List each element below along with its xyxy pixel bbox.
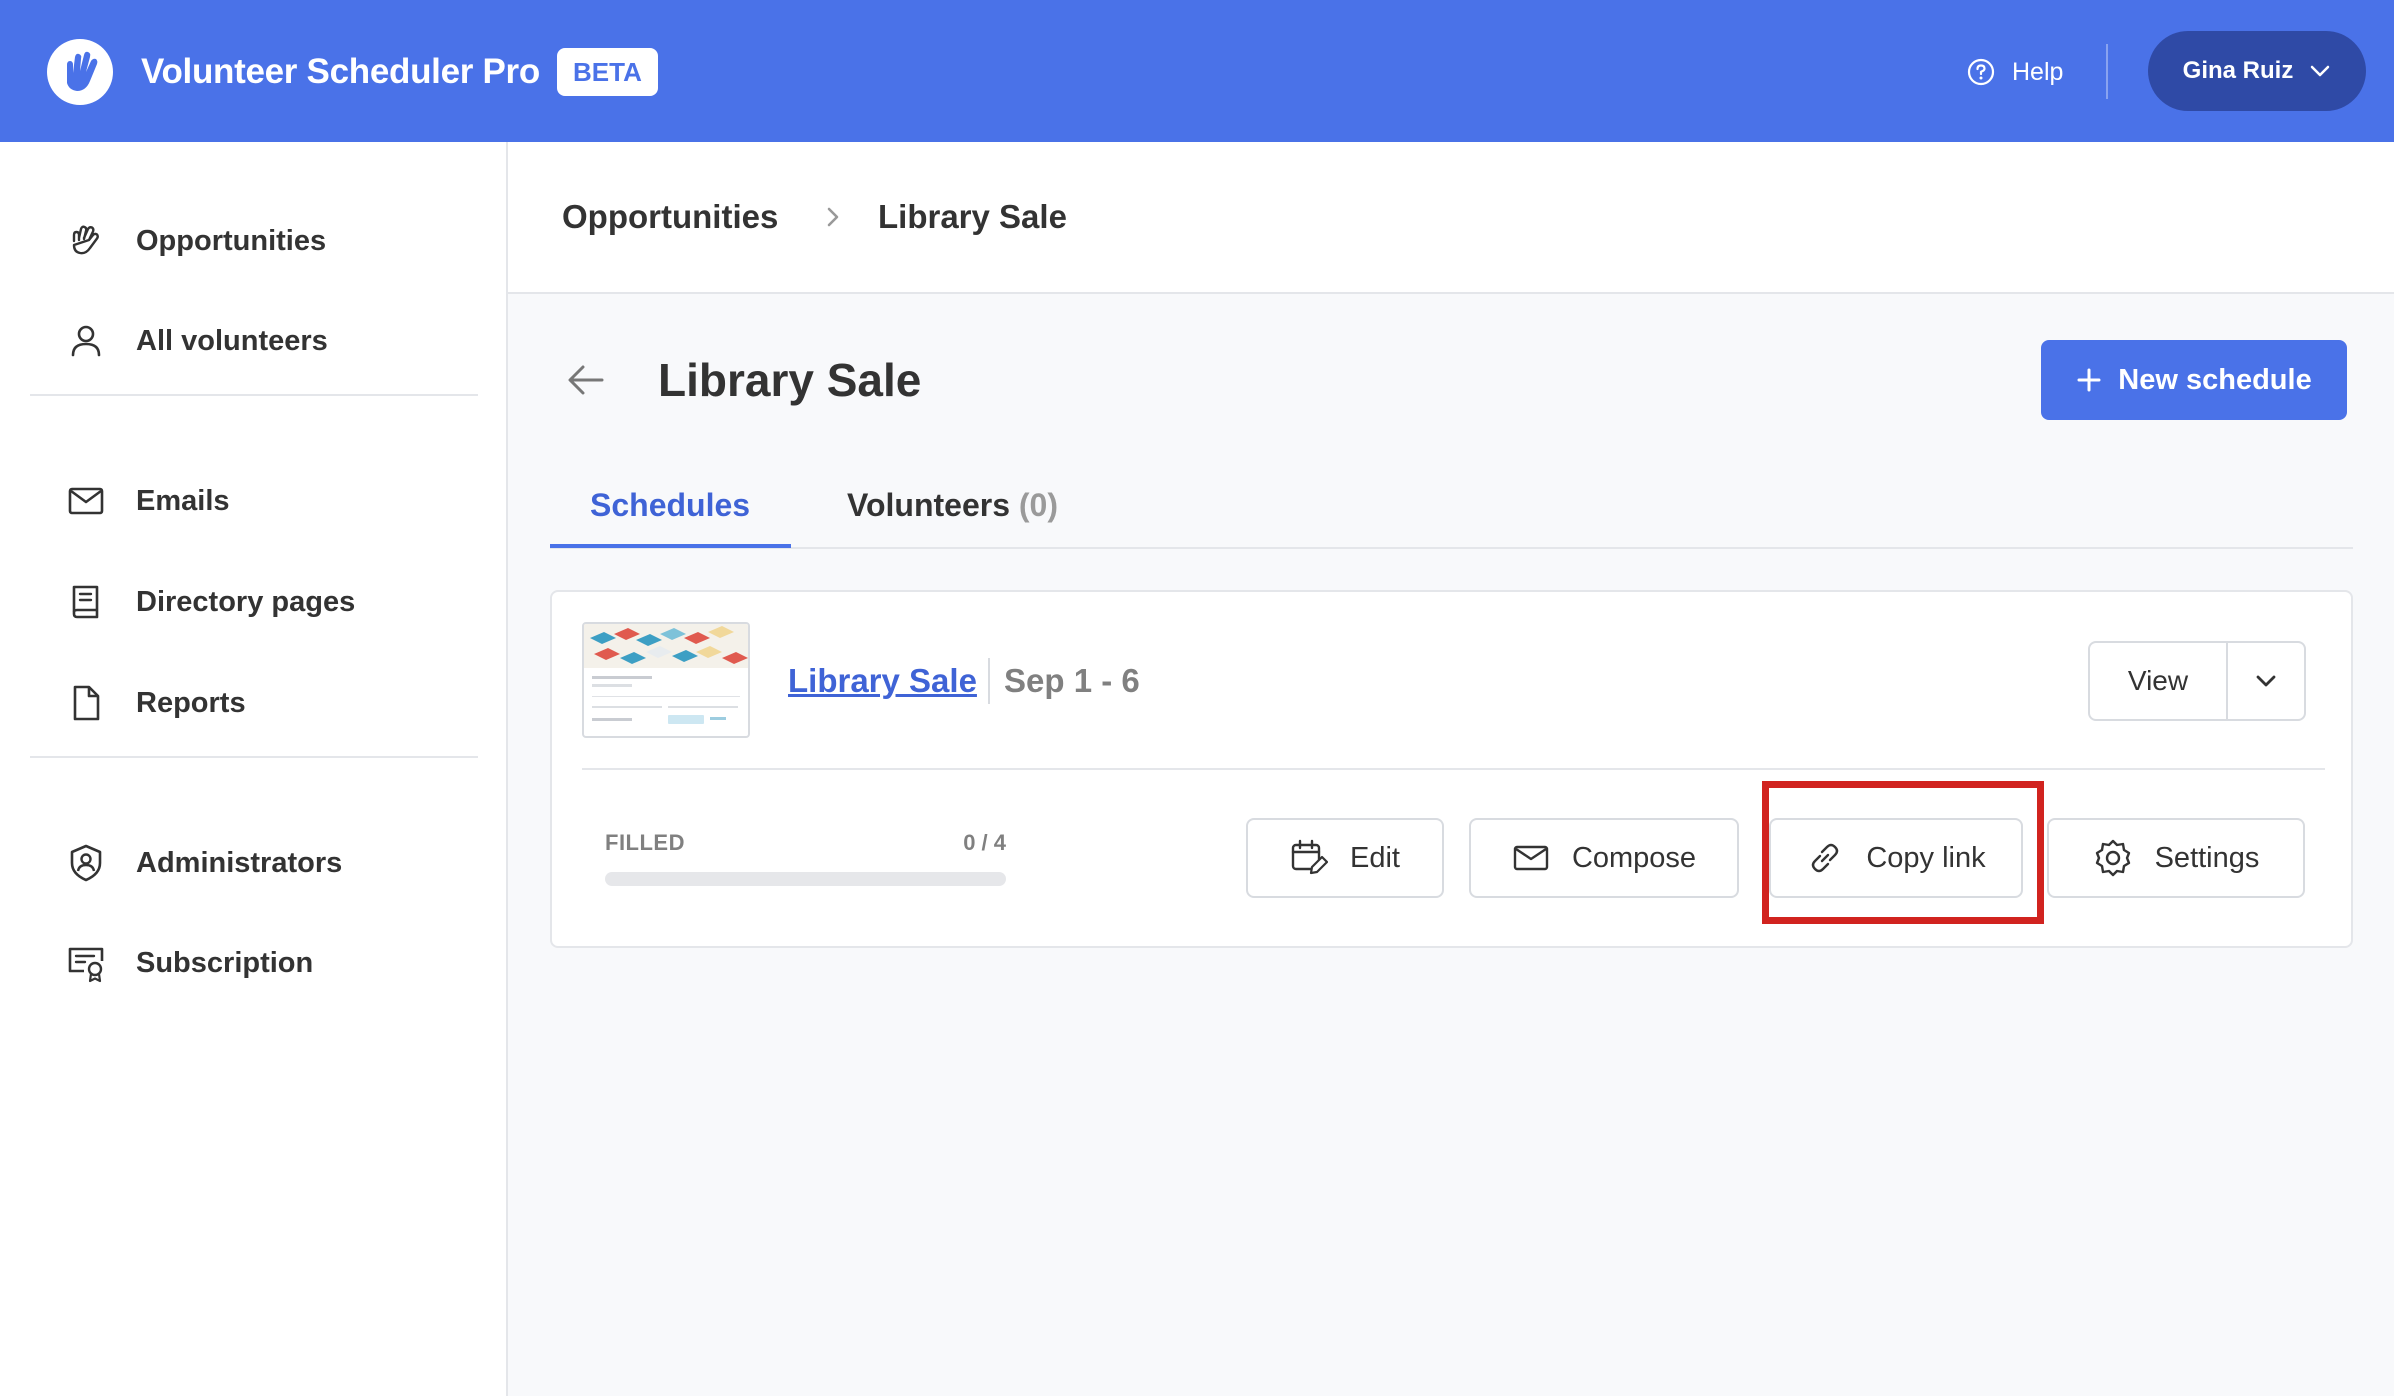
user-menu-button[interactable]: Gina Ruiz (2148, 31, 2366, 111)
breadcrumb-current: Library Sale (878, 198, 1067, 235)
edit-label: Edit (1350, 841, 1400, 874)
user-name: Gina Ruiz (2182, 57, 2294, 84)
link-icon (1812, 843, 1839, 873)
hand-icon (64, 219, 108, 263)
copy-link-button[interactable]: Copy link (1769, 818, 2023, 898)
sidebar-divider (30, 756, 478, 758)
sidebar-item-label: Directory pages (136, 585, 356, 618)
tab-active-indicator (550, 544, 791, 548)
back-arrow-icon[interactable] (562, 356, 610, 404)
compose-button[interactable]: Compose (1469, 818, 1739, 898)
header-divider (2106, 44, 2108, 99)
settings-label: Settings (2154, 841, 2260, 874)
sidebar-item-all-volunteers[interactable]: All volunteers (64, 316, 328, 366)
sidebar-item-label: Emails (136, 484, 230, 517)
tab-label: Volunteers (847, 487, 1010, 523)
filled-label: FILLED (605, 830, 685, 855)
gear-icon (2095, 839, 2130, 877)
page-title: Library Sale (658, 354, 922, 406)
user-icon (64, 319, 108, 363)
top-bar: Volunteer Scheduler Pro BETA Help Gina R… (0, 0, 2394, 142)
view-button-group: View (2088, 641, 2306, 721)
sidebar-divider (30, 394, 478, 396)
filled-count: 0 / 4 (963, 830, 1006, 855)
app-title: Volunteer Scheduler Pro (141, 52, 540, 91)
sidebar: Opportunities All volunteers Emails Dire… (0, 142, 508, 1396)
tab-schedules[interactable]: Schedules (590, 482, 750, 528)
beta-badge: BETA (557, 48, 658, 96)
breadcrumb: Opportunities Library Sale (508, 142, 2394, 294)
chevron-right-icon (827, 207, 839, 227)
sidebar-item-reports[interactable]: Reports (64, 678, 246, 728)
document-icon (64, 681, 108, 725)
sidebar-item-label: Subscription (136, 946, 314, 979)
certificate-icon (64, 941, 108, 985)
settings-button[interactable]: Settings (2047, 818, 2305, 898)
envelope-icon (1513, 845, 1549, 871)
view-dropdown-button[interactable] (2228, 643, 2304, 719)
sidebar-item-directory-pages[interactable]: Directory pages (64, 577, 355, 627)
tabs-baseline (550, 547, 2353, 549)
sidebar-item-label: Reports (136, 686, 246, 719)
question-circle-icon (1967, 58, 1995, 86)
card-divider (582, 768, 2325, 770)
sidebar-item-opportunities[interactable]: Opportunities (64, 216, 326, 266)
shield-user-icon (64, 841, 108, 885)
sidebar-item-administrators[interactable]: Administrators (64, 838, 342, 888)
tab-volunteers[interactable]: Volunteers (0) (847, 482, 1058, 528)
sidebar-item-label: Administrators (136, 846, 343, 879)
breadcrumb-opportunities[interactable]: Opportunities (562, 194, 778, 240)
book-icon (64, 580, 108, 624)
compose-label: Compose (1571, 841, 1697, 874)
schedule-dates: Sep 1 - 6 (1004, 662, 1140, 699)
hand-logo-icon[interactable] (45, 37, 115, 107)
sidebar-item-label: All volunteers (136, 324, 328, 357)
new-schedule-button[interactable]: New schedule (2041, 340, 2347, 420)
view-button[interactable]: View (2090, 643, 2228, 719)
schedule-title-divider (988, 658, 990, 704)
plus-icon (2077, 368, 2101, 392)
calendar-edit-icon (1291, 839, 1328, 875)
schedule-name-link[interactable]: Library Sale (788, 658, 977, 704)
edit-button[interactable]: Edit (1246, 818, 1444, 898)
sidebar-item-label: Opportunities (136, 224, 327, 257)
schedule-thumbnail[interactable] (582, 622, 750, 738)
envelope-icon (64, 479, 108, 523)
chevron-down-icon (2256, 675, 2276, 687)
sidebar-item-subscription[interactable]: Subscription (64, 938, 313, 988)
copy-link-label: Copy link (1866, 841, 1986, 874)
schedule-card: Library Sale Sep 1 - 6 View FILLED 0 / 4… (550, 590, 2353, 948)
filled-progress-bar (605, 872, 1006, 886)
help-link[interactable]: Help (1966, 52, 2063, 92)
sidebar-item-emails[interactable]: Emails (64, 476, 230, 526)
tab-count: (0) (1018, 487, 1058, 523)
chevron-down-icon (2311, 65, 2330, 77)
new-schedule-label: New schedule (2118, 363, 2312, 396)
help-label: Help (2012, 57, 2064, 86)
